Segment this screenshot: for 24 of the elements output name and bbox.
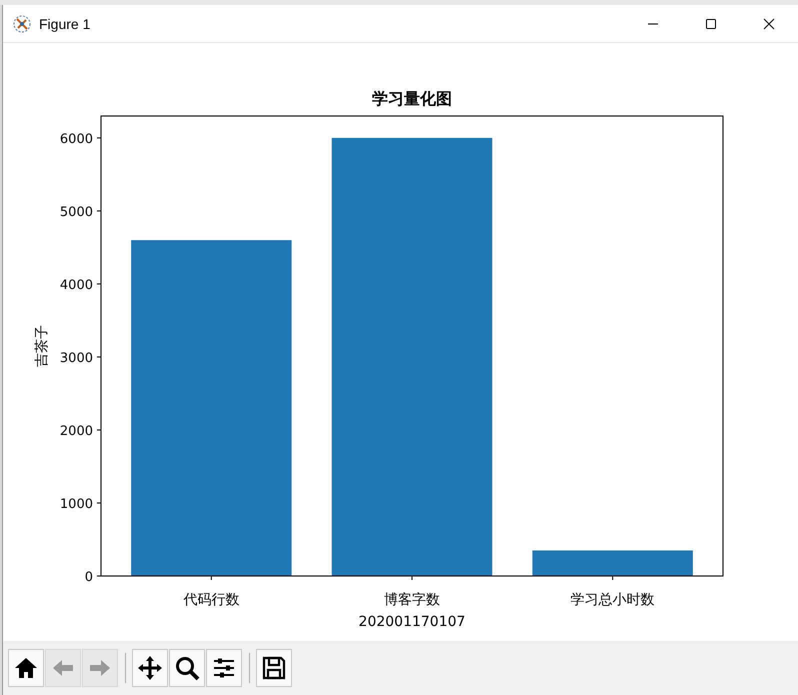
x-tick-label: 学习总小时数 <box>570 592 655 608</box>
zoom-button[interactable] <box>169 649 205 687</box>
y-tick-label: 2000 <box>60 424 93 439</box>
app-icon <box>13 14 31 32</box>
save-button[interactable] <box>256 649 292 687</box>
y-tick-label: 3000 <box>60 350 93 366</box>
y-tick-label: 4000 <box>60 278 93 293</box>
move-arrows-icon <box>136 654 164 682</box>
y-tick-label: 6000 <box>60 132 93 147</box>
x-tick-label: 代码行数 <box>183 592 240 608</box>
y-tick-label: 1000 <box>60 496 93 512</box>
magnifier-icon <box>173 654 201 682</box>
pan-button[interactable] <box>132 649 168 687</box>
configure-button[interactable] <box>206 649 242 687</box>
x-axis-label: 202001170107 <box>358 614 466 630</box>
y-tick-label: 0 <box>84 570 93 585</box>
maximize-icon <box>705 18 717 30</box>
home-button[interactable] <box>8 649 44 687</box>
x-tick-label: 博客字数 <box>384 592 440 608</box>
y-tick-label: 5000 <box>60 204 93 220</box>
y-axis-label: 吉茶子 <box>34 325 50 367</box>
chart-title: 学习量化图 <box>372 89 452 108</box>
close-icon <box>763 18 775 30</box>
window-title: Figure 1 <box>39 16 90 32</box>
